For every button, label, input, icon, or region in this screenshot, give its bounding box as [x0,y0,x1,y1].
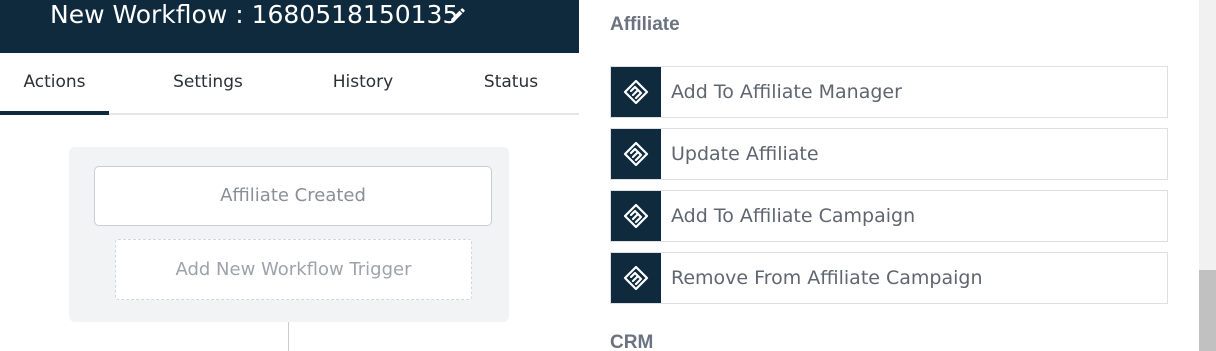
handshake-icon [611,129,661,179]
action-label: Remove From Affiliate Campaign [671,267,983,289]
tab-settings[interactable]: Settings [157,53,259,113]
action-add-to-affiliate-manager[interactable]: Add To Affiliate Manager [610,66,1168,118]
action-label: Add To Affiliate Campaign [671,205,916,227]
handshake-icon [611,67,661,117]
workflow-editor: New Workflow : 1680518150135 Actions Set… [0,0,579,351]
add-trigger-button[interactable]: Add New Workflow Trigger [115,239,472,300]
workflow-builder: New Workflow : 1680518150135 Actions Set… [0,0,1216,351]
tab-history[interactable]: History [318,53,408,113]
action-add-to-affiliate-campaign[interactable]: Add To Affiliate Campaign [610,190,1168,242]
section-title-crm: CRM [610,332,654,351]
action-remove-from-affiliate-campaign[interactable]: Remove From Affiliate Campaign [610,252,1168,304]
trigger-affiliate-created[interactable]: Affiliate Created [94,166,492,226]
action-label: Add To Affiliate Manager [671,81,902,103]
section-title-affiliate: Affiliate [610,14,680,35]
action-picker-panel: Affiliate Add To Affiliate Manager Updat… [579,0,1199,351]
tab-status[interactable]: Status [470,53,552,113]
workflow-canvas: Affiliate Created Add New Workflow Trigg… [0,115,579,351]
action-update-affiliate[interactable]: Update Affiliate [610,128,1168,180]
handshake-icon [611,253,661,303]
workflow-title: New Workflow : 1680518150135 [50,0,459,29]
connector-line [288,322,289,351]
tab-bar: Actions Settings History Status [0,53,579,115]
action-label: Update Affiliate [671,143,819,165]
handshake-icon [611,191,661,241]
panel-scrollbar[interactable] [1199,0,1216,351]
header-bar: New Workflow : 1680518150135 [0,0,579,53]
pencil-icon[interactable] [449,6,467,24]
tab-actions[interactable]: Actions [0,53,109,115]
scrollbar-thumb[interactable] [1199,270,1216,351]
trigger-container: Affiliate Created Add New Workflow Trigg… [69,147,509,322]
